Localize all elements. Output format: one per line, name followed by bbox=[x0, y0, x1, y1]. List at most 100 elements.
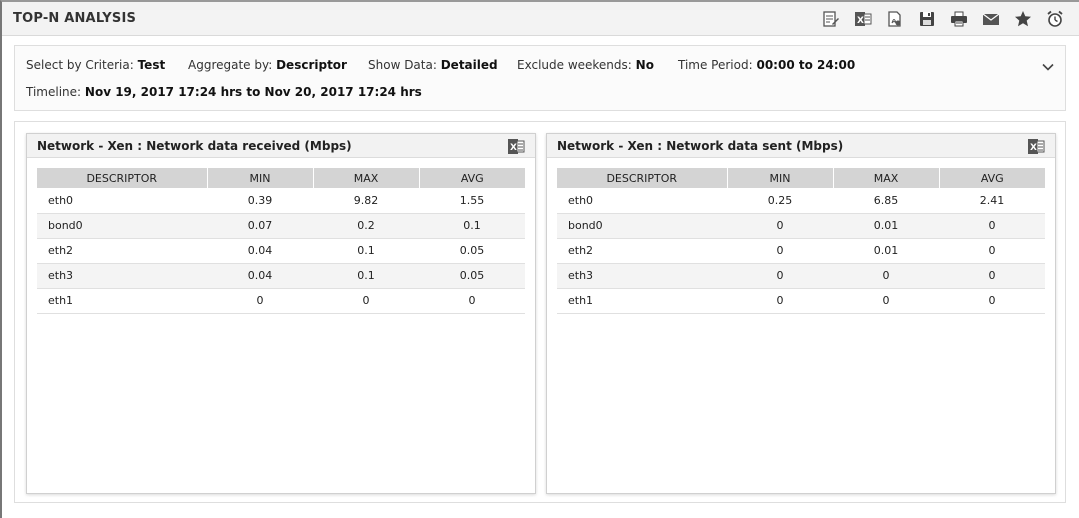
max-cell: 0.01 bbox=[833, 238, 939, 264]
descriptor-cell: bond0 bbox=[557, 213, 727, 239]
panel-header: Network - Xen : Network data sent (Mbps)… bbox=[547, 134, 1055, 158]
column-header[interactable]: DESCRIPTOR bbox=[37, 168, 208, 188]
print-button[interactable] bbox=[943, 8, 975, 30]
table-row: eth0 0.25 6.85 2.41 bbox=[557, 188, 1045, 214]
descriptor-cell: eth0 bbox=[37, 188, 207, 214]
max-cell: 0 bbox=[833, 263, 939, 289]
favorite-button[interactable] bbox=[1007, 8, 1039, 30]
aggregate-label: Aggregate by: bbox=[188, 58, 273, 72]
top-n-analysis-window: TOP-N ANALYSIS X Select by Criteria: Tes… bbox=[0, 0, 1079, 518]
avg-cell: 1.55 bbox=[419, 188, 525, 214]
min-cell: 0 bbox=[727, 288, 833, 314]
max-cell: 6.85 bbox=[833, 188, 939, 214]
timeline-value: Nov 19, 2017 17:24 hrs to Nov 20, 2017 1… bbox=[84, 85, 422, 99]
min-cell: 0.39 bbox=[207, 188, 313, 214]
show-data-value: Detailed bbox=[440, 58, 498, 72]
pdf-export-icon bbox=[888, 11, 901, 27]
schedule-alarm-button[interactable] bbox=[1039, 8, 1071, 30]
descriptor-cell: bond0 bbox=[37, 213, 207, 239]
aggregate-item: Aggregate by: Descriptor bbox=[188, 58, 347, 72]
avg-cell: 0 bbox=[939, 238, 1045, 264]
results-container: Network - Xen : Network data received (M… bbox=[14, 121, 1066, 503]
column-header[interactable]: MIN bbox=[727, 168, 834, 188]
excel-export-icon: X bbox=[855, 12, 872, 26]
descriptor-cell: eth1 bbox=[37, 288, 207, 314]
edit-report-icon bbox=[823, 11, 839, 27]
page-title: TOP-N ANALYSIS bbox=[13, 11, 137, 26]
avg-cell: 0.05 bbox=[419, 238, 525, 264]
excel-export-button[interactable]: X bbox=[847, 8, 879, 30]
table-row: eth3 0 0 0 bbox=[557, 263, 1045, 289]
title-bar: TOP-N ANALYSIS X bbox=[2, 2, 1079, 36]
data-table: DESCRIPTOR MIN MAX AVG eth0 0.39 9.82 1.55 … bbox=[37, 168, 525, 314]
min-cell: 0.04 bbox=[207, 238, 313, 264]
save-button[interactable] bbox=[911, 8, 943, 30]
select-criteria-item: Select by Criteria: Test bbox=[26, 58, 165, 72]
descriptor-cell: eth3 bbox=[557, 263, 727, 289]
print-icon bbox=[951, 11, 967, 27]
max-cell: 0 bbox=[313, 288, 419, 314]
avg-cell: 0 bbox=[939, 288, 1045, 314]
min-cell: 0.07 bbox=[207, 213, 313, 239]
table-row: eth2 0 0.01 0 bbox=[557, 238, 1045, 264]
min-cell: 0 bbox=[207, 288, 313, 314]
min-cell: 0 bbox=[727, 238, 833, 264]
time-period-label: Time Period: bbox=[678, 58, 753, 72]
excel-export-icon[interactable]: X bbox=[1027, 138, 1045, 155]
data-table: DESCRIPTOR MIN MAX AVG eth0 0.25 6.85 2.41 … bbox=[557, 168, 1045, 314]
avg-cell: 0 bbox=[939, 263, 1045, 289]
avg-cell: 0.1 bbox=[419, 213, 525, 239]
time-period-value: 00:00 to 24:00 bbox=[756, 58, 856, 72]
alarm-schedule-icon bbox=[1047, 10, 1063, 27]
aggregate-value: Descriptor bbox=[276, 58, 347, 72]
show-data-item: Show Data: Detailed bbox=[368, 58, 498, 72]
avg-cell: 0 bbox=[939, 213, 1045, 239]
exclude-weekends-item: Exclude weekends: No bbox=[517, 58, 654, 72]
column-header[interactable]: MIN bbox=[207, 168, 314, 188]
select-criteria-label: Select by Criteria: bbox=[26, 58, 134, 72]
column-header[interactable]: AVG bbox=[419, 168, 525, 188]
column-header[interactable]: AVG bbox=[939, 168, 1045, 188]
favorite-star-icon bbox=[1015, 11, 1031, 27]
chevron-down-icon[interactable] bbox=[1041, 60, 1055, 74]
avg-cell: 0 bbox=[419, 288, 525, 314]
table-row: eth2 0.04 0.1 0.05 bbox=[37, 238, 525, 264]
column-header[interactable]: MAX bbox=[833, 168, 940, 188]
table-row: eth3 0.04 0.1 0.05 bbox=[37, 263, 525, 289]
max-cell: 0.1 bbox=[313, 238, 419, 264]
max-cell: 0.01 bbox=[833, 213, 939, 239]
panel-network-data-received: Network - Xen : Network data received (M… bbox=[26, 133, 536, 494]
excel-export-icon[interactable]: X bbox=[507, 138, 525, 155]
column-header[interactable]: MAX bbox=[313, 168, 420, 188]
pdf-export-button[interactable] bbox=[879, 8, 911, 30]
panel-network-data-sent: Network - Xen : Network data sent (Mbps)… bbox=[546, 133, 1056, 494]
email-button[interactable] bbox=[975, 8, 1007, 30]
edit-report-button[interactable] bbox=[815, 8, 847, 30]
descriptor-cell: eth2 bbox=[557, 238, 727, 264]
show-data-label: Show Data: bbox=[368, 58, 437, 72]
table-row: bond0 0 0.01 0 bbox=[557, 213, 1045, 239]
table-row: eth1 0 0 0 bbox=[37, 288, 525, 314]
min-cell: 0.04 bbox=[207, 263, 313, 289]
svg-text:X: X bbox=[857, 16, 864, 26]
min-cell: 0 bbox=[727, 263, 833, 289]
table-header-row: DESCRIPTOR MIN MAX AVG bbox=[557, 168, 1045, 188]
panel-title: Network - Xen : Network data sent (Mbps) bbox=[557, 139, 844, 153]
timeline-row: Timeline: Nov 19, 2017 17:24 hrs to Nov … bbox=[26, 85, 422, 99]
max-cell: 9.82 bbox=[313, 188, 419, 214]
min-cell: 0 bbox=[727, 213, 833, 239]
exclude-weekends-label: Exclude weekends: bbox=[517, 58, 632, 72]
svg-text:X: X bbox=[510, 143, 517, 153]
time-period-item: Time Period: 00:00 to 24:00 bbox=[678, 58, 855, 72]
table-header-row: DESCRIPTOR MIN MAX AVG bbox=[37, 168, 525, 188]
timeline-label: Timeline: bbox=[26, 85, 82, 99]
column-header[interactable]: DESCRIPTOR bbox=[557, 168, 728, 188]
table-row: eth0 0.39 9.82 1.55 bbox=[37, 188, 525, 214]
select-criteria-value: Test bbox=[137, 58, 166, 72]
svg-text:X: X bbox=[1030, 143, 1037, 153]
toolbar: X bbox=[815, 8, 1071, 30]
min-cell: 0.25 bbox=[727, 188, 833, 214]
max-cell: 0.1 bbox=[313, 263, 419, 289]
save-icon bbox=[920, 12, 934, 26]
avg-cell: 2.41 bbox=[939, 188, 1045, 214]
